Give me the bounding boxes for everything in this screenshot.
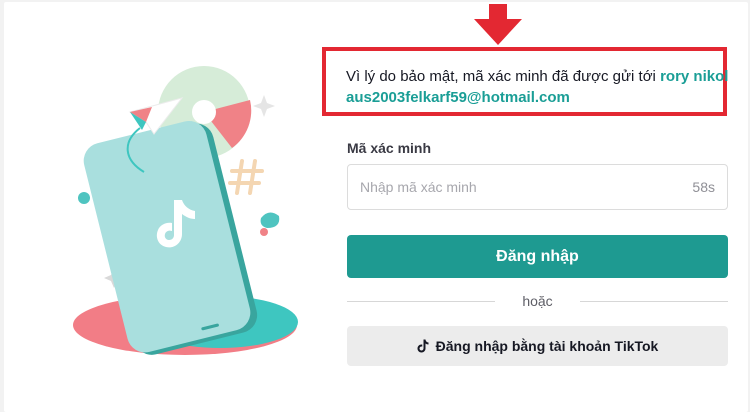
or-divider: hoặc bbox=[347, 292, 728, 312]
tiktok-login-button[interactable]: Đăng nhập bằng tài khoản TikTok bbox=[347, 326, 728, 366]
login-button[interactable]: Đăng nhập bbox=[347, 235, 728, 278]
phone-illustration bbox=[73, 66, 298, 355]
verification-notice: Vì lý do bảo mật, mã xác minh đã được gử… bbox=[346, 66, 731, 108]
tiktok-login-label: Đăng nhập bằng tài khoản TikTok bbox=[435, 338, 659, 354]
code-input[interactable] bbox=[360, 165, 660, 209]
divider-line-right bbox=[580, 301, 728, 302]
arrow-down-icon bbox=[474, 4, 522, 45]
tiktok-logo-icon bbox=[417, 339, 429, 353]
resend-countdown: 58s bbox=[692, 179, 715, 195]
code-field[interactable]: 58s bbox=[347, 164, 728, 210]
code-field-label: Mã xác minh bbox=[347, 140, 432, 156]
notice-message: Vì lý do bảo mật, mã xác minh đã được gử… bbox=[346, 68, 656, 85]
